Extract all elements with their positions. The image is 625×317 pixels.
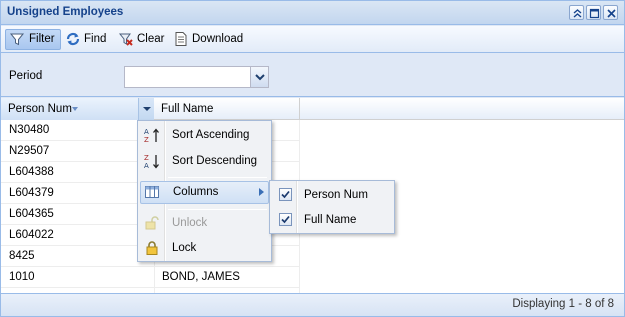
collapse-tool-button[interactable]: [569, 5, 584, 20]
columns-submenu: Person Num Full Name: [269, 180, 395, 234]
menu-item-columns[interactable]: Columns: [140, 181, 269, 204]
submenu-item-full-name-label: Full Name: [304, 214, 357, 226]
svg-text:Z: Z: [144, 136, 149, 143]
cell-full-name: BOND, JAMES: [162, 271, 240, 283]
column-menu-trigger[interactable]: [138, 98, 154, 120]
chevron-down-icon: [251, 74, 269, 90]
filter-icon: [9, 31, 25, 47]
cell-person-num: L604388: [9, 166, 54, 178]
cell-person-num: L604379: [9, 187, 54, 199]
sort-descending-icon: ZA: [144, 153, 160, 170]
menu-item-lock-label: Lock: [172, 242, 197, 254]
clear-button[interactable]: Clear: [114, 29, 169, 50]
cell-person-num: 1010: [9, 271, 35, 283]
menu-item-columns-label: Columns: [173, 186, 219, 198]
menu-item-sort-descending[interactable]: ZA Sort Descending: [140, 150, 269, 173]
checkbox-checked-icon[interactable]: [279, 213, 292, 226]
svg-text:A: A: [144, 162, 149, 169]
submenu-arrow-icon: [259, 188, 264, 196]
column-header-person-num-label: Person Num: [8, 103, 72, 115]
svg-text:Z: Z: [144, 154, 149, 162]
download-button[interactable]: Download: [169, 29, 248, 50]
paging-status-text: Displaying 1 - 8 of 8: [512, 298, 614, 310]
find-refresh-icon: [65, 31, 81, 47]
submenu-item-person-num-label: Person Num: [304, 189, 368, 201]
column-header-full-name-label: Full Name: [161, 103, 214, 115]
checkbox-checked-icon[interactable]: [279, 188, 292, 201]
close-tool-button[interactable]: [603, 5, 618, 20]
filter-button-label: Filter: [29, 33, 55, 45]
menu-item-sort-ascending[interactable]: AZ Sort Ascending: [140, 124, 269, 147]
column-header-full-name[interactable]: Full Name: [154, 98, 300, 120]
find-button-label: Find: [84, 33, 107, 45]
period-dropdown-trigger[interactable]: [250, 67, 268, 87]
menu-item-sort-ascending-label: Sort Ascending: [172, 129, 250, 141]
svg-text:A: A: [144, 128, 149, 136]
unlock-icon: [144, 215, 160, 231]
menu-item-sort-descending-label: Sort Descending: [172, 155, 258, 167]
cell-person-num: 8425: [9, 250, 35, 262]
document-download-icon: [173, 31, 189, 47]
grid-header: Person Num Full Name: [1, 98, 624, 120]
menu-item-unlock-label: Unlock: [172, 217, 208, 229]
filter-button[interactable]: Filter: [5, 29, 61, 50]
toolbar: Filter Find Clear Download: [1, 26, 624, 53]
clear-filter-icon: [118, 31, 134, 47]
cell-person-num: L604365: [9, 208, 54, 220]
unsigned-employees-panel: Unsigned Employees Filter Find Clear Dow…: [0, 0, 625, 317]
cell-person-num: L604022: [9, 229, 54, 241]
menu-separator: [168, 177, 267, 178]
find-button[interactable]: Find: [61, 29, 111, 50]
menu-item-unlock[interactable]: Unlock: [140, 212, 269, 235]
submenu-item-person-num[interactable]: Person Num: [272, 184, 392, 207]
panel-titlebar: Unsigned Employees: [1, 1, 624, 25]
sort-ascending-icon: AZ: [144, 127, 160, 144]
lock-icon: [144, 240, 160, 256]
columns-icon: [144, 184, 160, 200]
paging-statusbar: Displaying 1 - 8 of 8: [1, 293, 624, 316]
submenu-item-full-name[interactable]: Full Name: [272, 209, 392, 232]
column-header-person-num[interactable]: Person Num: [1, 98, 154, 120]
period-combobox[interactable]: [124, 66, 269, 88]
cell-person-num: N30480: [9, 124, 50, 136]
menu-item-lock[interactable]: Lock: [140, 237, 269, 260]
filter-area: Period: [1, 54, 624, 97]
table-row[interactable]: 1010 BOND, JAMES: [1, 267, 299, 288]
period-label: Period: [9, 70, 43, 82]
column-context-menu: AZ Sort Ascending ZA Sort Descending Col…: [137, 120, 272, 262]
download-button-label: Download: [192, 33, 244, 45]
panel-title: Unsigned Employees: [7, 6, 124, 18]
maximize-tool-button[interactable]: [586, 5, 601, 20]
cell-person-num: N29507: [9, 145, 50, 157]
menu-separator: [168, 209, 267, 210]
clear-button-label: Clear: [137, 33, 165, 45]
